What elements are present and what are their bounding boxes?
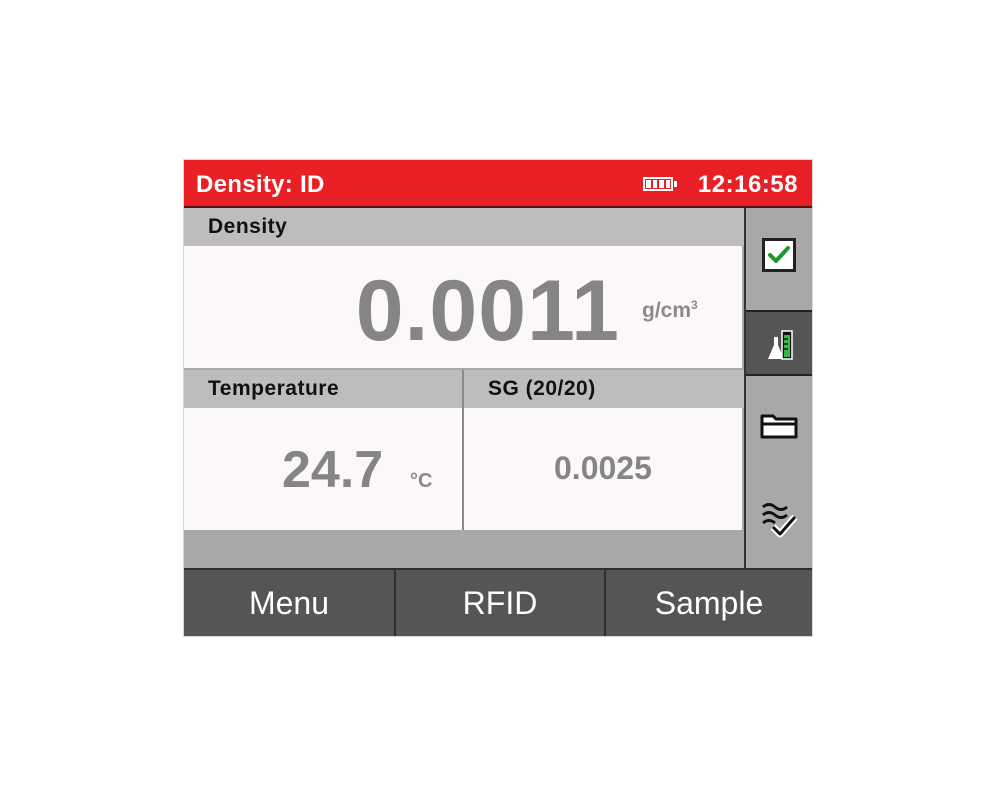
temperature-panel: 24.7 °C bbox=[184, 408, 462, 530]
temperature-unit: °C bbox=[410, 470, 433, 492]
rfid-button[interactable]: RFID bbox=[394, 570, 604, 636]
temperature-header: Temperature bbox=[184, 370, 462, 408]
temperature-value: 24.7 bbox=[282, 441, 384, 499]
mode-title: Density: ID bbox=[196, 171, 325, 198]
sidebar-item-measure[interactable] bbox=[746, 310, 812, 376]
clock: 12:16:58 bbox=[697, 171, 798, 198]
status-bar: Density: ID 12:16:58 bbox=[184, 160, 812, 208]
measurement-vial-icon bbox=[768, 330, 793, 360]
sg-value: 0.0025 bbox=[554, 450, 652, 486]
density-panel: 0.0011 g/cm3 bbox=[184, 246, 742, 368]
sg-panel: 0.0025 bbox=[464, 408, 742, 530]
battery-full-icon bbox=[643, 177, 677, 191]
checkbox-checked-icon bbox=[762, 238, 796, 272]
density-unit: g/cm3 bbox=[642, 298, 698, 322]
folder-icon bbox=[760, 414, 798, 439]
sidebar-item-results[interactable] bbox=[746, 488, 812, 550]
density-value: 0.0011 bbox=[355, 263, 620, 359]
softkey-bar: Menu RFID Sample bbox=[184, 568, 812, 636]
sidebar-item-files[interactable] bbox=[746, 394, 812, 456]
sample-button[interactable]: Sample bbox=[604, 570, 812, 636]
sg-header: SG (20/20) bbox=[464, 370, 744, 408]
density-header: Density bbox=[184, 208, 744, 246]
sidebar-item-accept[interactable] bbox=[746, 224, 812, 286]
sg-label: SG (20/20) bbox=[488, 377, 596, 400]
measurement-area: Density 0.0011 g/cm3 Temperature SG (20/… bbox=[184, 208, 744, 568]
density-label: Density bbox=[208, 215, 288, 238]
density-meter-screen: Density: ID 12:16:58 Density 0.0011 g/cm… bbox=[184, 160, 812, 636]
sidebar bbox=[744, 208, 812, 568]
temperature-label: Temperature bbox=[208, 377, 340, 400]
list-check-icon bbox=[762, 503, 798, 538]
menu-button[interactable]: Menu bbox=[184, 570, 394, 636]
